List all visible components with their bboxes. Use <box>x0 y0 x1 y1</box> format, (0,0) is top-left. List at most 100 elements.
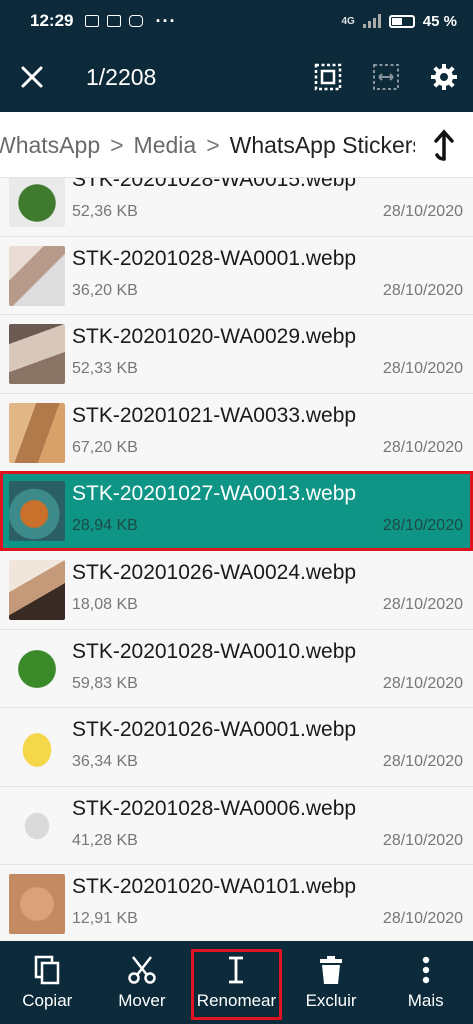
network-type: 4G <box>341 15 355 27</box>
close-selection-button[interactable] <box>0 42 64 112</box>
file-size: 67,20 KB <box>72 438 138 456</box>
file-size: 18,08 KB <box>72 595 138 613</box>
file-date: 28/10/2020 <box>382 281 463 299</box>
file-size: 12,91 KB <box>72 910 138 928</box>
file-list-content: STK-20201028-WA0015.webp 52,36 KB 28/10/… <box>0 178 473 941</box>
instagram-icon <box>129 15 144 27</box>
signal-icon <box>362 14 381 28</box>
sticker-thumbnail <box>9 402 65 463</box>
file-date: 28/10/2020 <box>382 753 463 771</box>
file-size: 36,20 KB <box>72 281 138 299</box>
file-list[interactable]: STK-20201028-WA0015.webp 52,36 KB 28/10/… <box>0 178 473 941</box>
breadcrumb-item-whatsapp[interactable]: WhatsApp <box>0 132 100 159</box>
file-size: 36,34 KB <box>72 753 138 771</box>
file-date: 28/10/2020 <box>382 910 463 928</box>
select-range-icon <box>373 64 399 90</box>
status-bar: 12:29 ··· 4G 45 % <box>0 0 473 42</box>
sticker-thumbnail <box>9 874 65 935</box>
copy-label: Copiar <box>22 990 73 1010</box>
file-size: 28,94 KB <box>72 517 138 535</box>
rename-label: Renomear <box>196 990 277 1010</box>
sticker-thumbnail <box>9 178 65 227</box>
arrow-up-icon <box>434 129 454 161</box>
file-date: 28/10/2020 <box>382 674 463 692</box>
chevron-right-icon: > <box>206 131 220 158</box>
more-label: Mais <box>407 990 444 1010</box>
file-name: STK-20201020-WA0101.webp <box>72 875 357 899</box>
file-row[interactable]: STK-20201028-WA0001.webp 36,20 KB 28/10/… <box>0 236 473 316</box>
status-time: 12:29 <box>30 11 74 30</box>
file-name: STK-20201028-WA0006.webp <box>72 796 357 820</box>
copy-icon <box>35 955 60 984</box>
sticker-thumbnail <box>9 324 65 385</box>
settings-button[interactable] <box>415 42 473 112</box>
file-row[interactable]: STK-20201026-WA0001.webp 36,34 KB 28/10/… <box>0 708 473 787</box>
file-size: 41,28 KB <box>72 831 138 849</box>
copy-button[interactable]: Copiar <box>0 941 95 1024</box>
file-row-selected[interactable]: STK-20201027-WA0013.webp 28,94 KB 28/10/… <box>0 471 473 551</box>
news-icon <box>107 15 122 27</box>
notification-icons: ··· <box>85 12 176 30</box>
move-label: Mover <box>118 990 166 1010</box>
move-button[interactable]: Mover <box>95 941 190 1024</box>
file-row[interactable]: STK-20201021-WA0033.webp 67,20 KB 28/10/… <box>0 393 473 473</box>
text-cursor-icon <box>229 956 244 983</box>
file-row[interactable]: STK-20201028-WA0010.webp 59,83 KB 28/10/… <box>0 629 473 709</box>
breadcrumb-path: WhatsApp > Media > WhatsApp Stickers <box>0 112 424 177</box>
rename-button[interactable]: Renomear <box>189 941 284 1024</box>
file-name: STK-20201021-WA0033.webp <box>72 403 357 427</box>
file-name: STK-20201026-WA0001.webp <box>72 718 357 742</box>
file-name: STK-20201027-WA0013.webp <box>72 482 357 506</box>
file-size: 52,36 KB <box>72 203 138 220</box>
file-name: STK-20201026-WA0024.webp <box>72 560 357 584</box>
close-icon <box>21 66 43 88</box>
sticker-thumbnail <box>9 638 65 699</box>
more-vertical-icon <box>422 956 429 983</box>
file-row[interactable]: STK-20201028-WA0015.webp 52,36 KB 28/10/… <box>0 178 473 237</box>
breadcrumb-item-whatsapp-stickers[interactable]: WhatsApp Stickers <box>230 132 424 159</box>
battery-level: 45 % <box>422 12 457 30</box>
file-name: STK-20201020-WA0029.webp <box>72 325 357 349</box>
delete-label: Excluir <box>305 990 357 1010</box>
file-row[interactable]: STK-20201028-WA0006.webp 41,28 KB 28/10/… <box>0 786 473 866</box>
file-row[interactable]: STK-20201020-WA0101.webp 12,91 KB 28/10/… <box>0 865 473 941</box>
sticker-thumbnail <box>9 795 65 856</box>
file-date: 28/10/2020 <box>382 595 463 613</box>
system-status: 4G 45 % <box>341 13 457 30</box>
chevron-right-icon: > <box>110 131 124 158</box>
select-all-icon <box>314 63 342 91</box>
file-name: STK-20201028-WA0001.webp <box>72 246 357 270</box>
more-button[interactable]: Mais <box>378 941 473 1024</box>
file-date: 28/10/2020 <box>382 831 463 849</box>
file-date: 28/10/2020 <box>382 517 463 535</box>
breadcrumb-item-media[interactable]: Media <box>134 132 197 159</box>
breadcrumb: WhatsApp > Media > WhatsApp Stickers <box>0 112 473 178</box>
delete-button[interactable]: Excluir <box>284 941 379 1024</box>
sticker-thumbnail <box>9 245 65 306</box>
file-size: 52,33 KB <box>72 360 138 378</box>
app-bar-actions <box>299 42 473 112</box>
file-date: 28/10/2020 <box>382 360 463 378</box>
file-name: STK-20201028-WA0015.webp <box>72 178 357 191</box>
file-row[interactable]: STK-20201026-WA0024.webp 18,08 KB 28/10/… <box>0 550 473 630</box>
file-name: STK-20201028-WA0010.webp <box>72 639 357 663</box>
trash-icon <box>320 955 343 984</box>
sticker-thumbnail <box>9 481 65 542</box>
file-date: 28/10/2020 <box>382 438 463 456</box>
selection-app-bar: 1/2208 <box>0 42 473 112</box>
navigate-up-button[interactable] <box>415 112 473 177</box>
sticker-thumbnail <box>9 559 65 620</box>
file-row[interactable]: STK-20201020-WA0029.webp 52,33 KB 28/10/… <box>0 315 473 394</box>
sticker-thumbnail <box>9 717 65 778</box>
gear-icon <box>431 64 457 90</box>
scissors-icon <box>128 955 156 984</box>
file-size: 59,83 KB <box>72 674 138 692</box>
select-range-button[interactable] <box>357 42 415 112</box>
battery-icon <box>388 14 415 28</box>
file-date: 28/10/2020 <box>382 203 463 220</box>
select-all-button[interactable] <box>299 42 357 112</box>
screen-icon <box>85 15 100 27</box>
more-notifications-icon: ··· <box>155 11 177 31</box>
bottom-toolbar: Copiar Mover Renomear Excluir Mais <box>0 941 473 1024</box>
selection-counter: 1/2208 <box>86 63 157 90</box>
